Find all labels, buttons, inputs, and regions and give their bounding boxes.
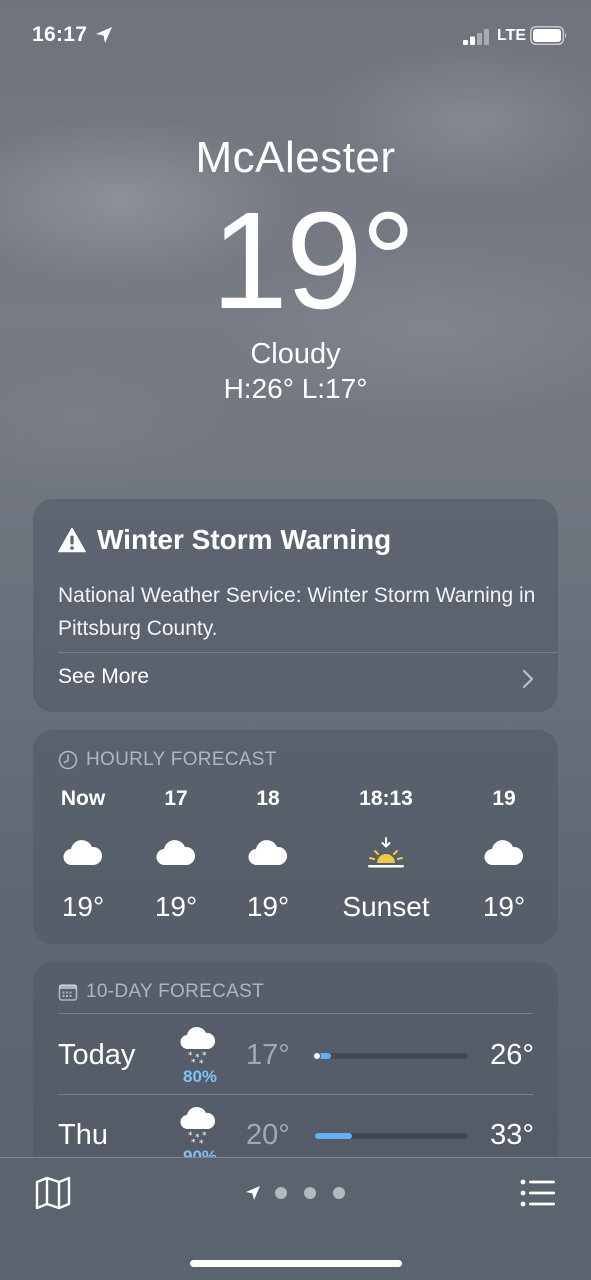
svg-text:*: * [199,1059,204,1067]
precip-chance: 80% [182,1067,218,1086]
ten-day-forecast-header: 10-DAY FORECAST [58,981,264,1003]
location-arrow-icon [96,27,112,43]
high-low-label: H:26° L:17° [223,373,368,404]
svg-text:*: * [199,1139,204,1147]
network-type: LTE [497,27,527,44]
divider [58,1013,533,1014]
current-conditions: McAlester 19° Cloudy H:26° L:17° [0,130,591,406]
hour-time: 19 [492,787,516,810]
warning-triangle-icon [58,527,86,553]
page-indicator[interactable] [245,1185,362,1201]
day-name: Today [58,1039,136,1071]
snow-cloud-icon: * * * * * [180,1106,216,1147]
current-temp-marker [313,1052,321,1060]
signal-icon [463,29,489,45]
hour-temperature: 19° [154,891,198,922]
cloud-icon [63,840,103,866]
chevron-right-icon[interactable] [522,669,534,689]
hour-time: 18:13 [359,787,413,810]
page-dot[interactable] [304,1187,316,1199]
alert-description: National Weather Service: Winter Storm W… [58,584,536,640]
low-temp: 20° [246,1119,290,1151]
hour-temperature: 19° [61,891,105,922]
alert-title: Winter Storm Warning [58,524,391,556]
current-temperature: 19° [211,184,416,338]
list-icon[interactable] [520,1178,556,1208]
battery-icon [530,26,567,45]
low-temp: 17° [246,1039,290,1071]
home-indicator[interactable] [190,1260,402,1267]
svg-text:*: * [191,1058,196,1067]
high-temp: 26° [490,1039,534,1071]
see-more-link[interactable]: See More [58,665,149,689]
alert-title-text: Winter Storm Warning [97,524,392,555]
hour-time: 17 [164,787,188,810]
city-name: McAlester [195,133,396,182]
hour-temperature: 19° [246,891,290,922]
divider [58,652,558,653]
high-temp: 33° [490,1119,534,1151]
hourly-item: 18 19° [218,785,318,927]
day-name: Thu [58,1119,108,1151]
page-dot[interactable] [275,1187,287,1199]
hourly-item: Now 19° [33,785,133,927]
hour-temperature: 19° [482,891,526,922]
page-dot[interactable] [333,1187,345,1199]
svg-text:*: * [191,1138,196,1147]
map-icon[interactable] [35,1176,71,1210]
calendar-icon [58,984,78,1001]
hourly-forecast-title: HOURLY FORECAST [86,749,277,770]
clock-icon [58,750,78,770]
hour-time: 18 [256,787,280,810]
condition-label: Cloudy [250,338,341,370]
day-row-today[interactable]: Today * * * * * 80% 17° 26° [58,1015,534,1095]
hourly-item: 18:13 Sunset [336,785,436,927]
location-arrow-icon [246,1186,260,1200]
weather-alert-card[interactable]: Winter Storm Warning National Weather Se… [33,499,558,712]
snow-cloud-icon: * * * * * [180,1026,216,1067]
temp-range-bar [315,1133,468,1139]
temp-range-fill [315,1133,352,1139]
hour-temperature: Sunset [342,891,430,922]
status-time: 16:17 [32,23,88,46]
status-bar: 16:17 LTE [0,0,591,70]
sunset-icon [368,837,404,868]
hour-time: Now [60,787,106,810]
hourly-forecast-card[interactable]: HOURLY FORECAST Now 19° 17 19° 18 19° 18… [33,730,558,944]
ten-day-forecast-title: 10-DAY FORECAST [86,981,265,1002]
hourly-item: 17 19° [126,785,226,927]
cloud-icon [248,840,288,866]
temp-range-bar [313,1052,468,1060]
cloud-icon [156,840,196,866]
hourly-item: 19 19° [454,785,554,927]
hourly-forecast-header: HOURLY FORECAST [58,749,277,771]
cloud-icon [484,840,524,866]
